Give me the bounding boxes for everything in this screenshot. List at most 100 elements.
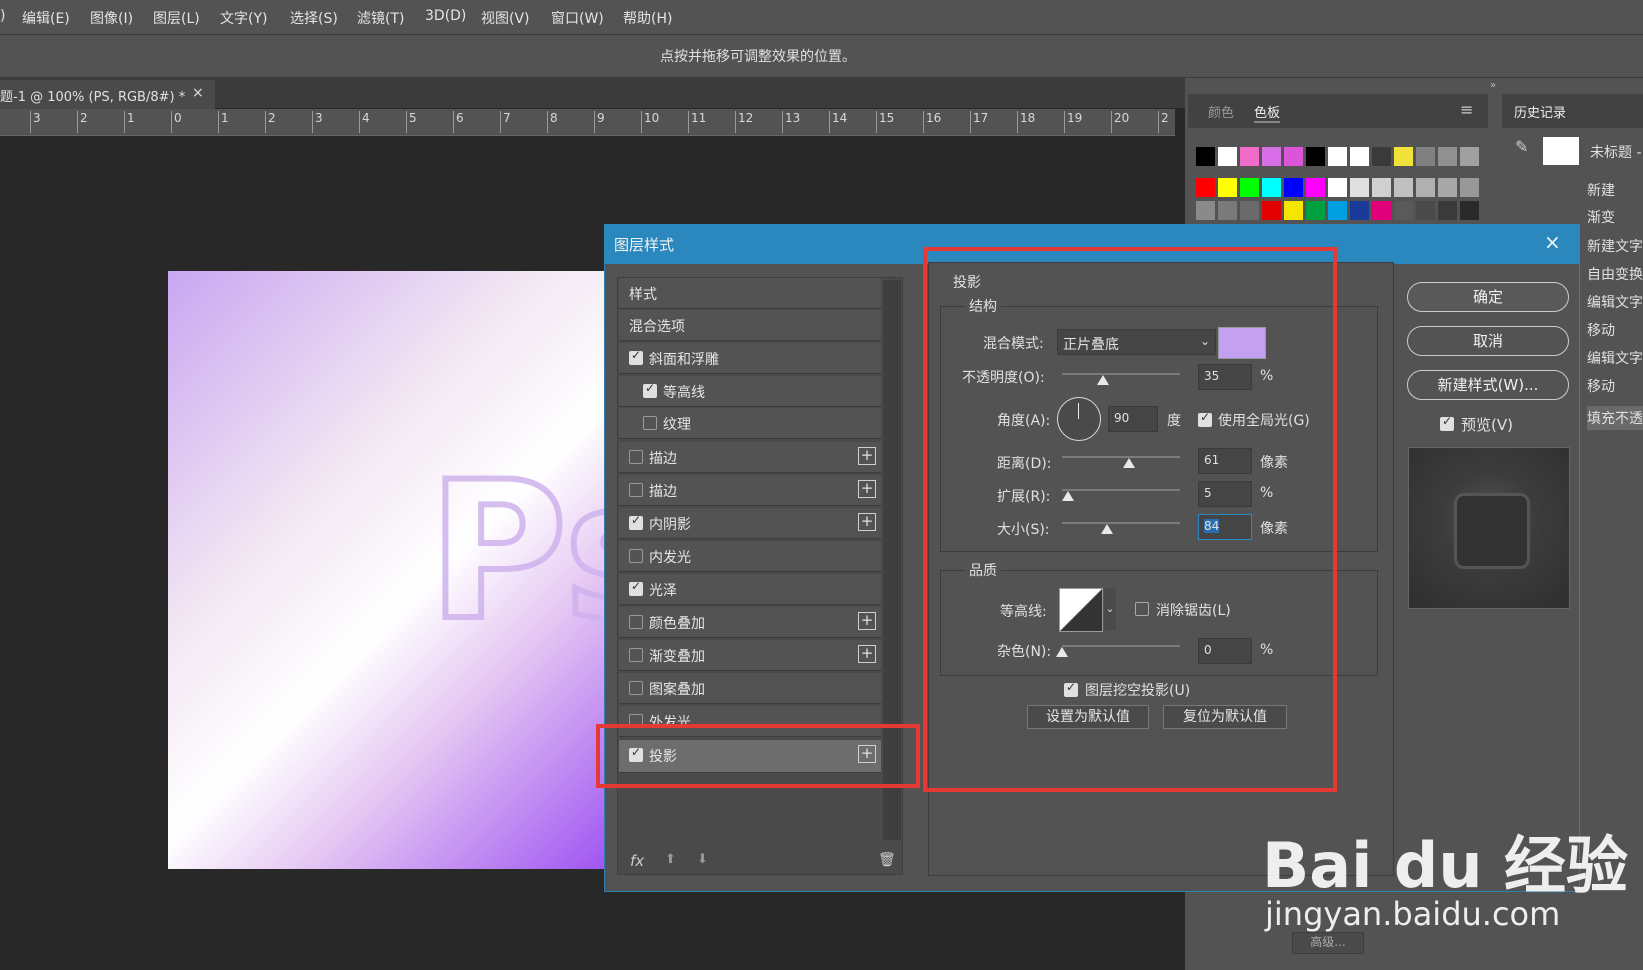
style-checkbox[interactable] [629,579,643,596]
color-swatch[interactable] [1262,178,1281,197]
style-checkbox[interactable] [629,450,643,464]
color-swatch[interactable] [1372,178,1391,197]
color-swatch[interactable] [1306,147,1325,166]
preview-checkbox[interactable] [1440,414,1454,431]
color-swatch[interactable] [1196,178,1215,197]
tab-color[interactable]: 颜色 [1208,102,1234,121]
style-checkbox[interactable] [629,681,643,695]
color-swatch[interactable] [1350,147,1369,166]
color-swatch[interactable] [1438,201,1457,220]
menu-icon[interactable]: ≡ [1460,100,1473,119]
color-swatch[interactable] [1438,147,1457,166]
menu-window[interactable]: 窗口(W) [551,8,604,28]
style-item[interactable]: 样式 [619,278,881,309]
color-swatch[interactable] [1196,147,1215,166]
style-item[interactable]: 描边 + [619,475,881,506]
menu-layer[interactable]: 图层(L) [153,8,200,28]
add-icon[interactable]: + [858,513,876,531]
color-swatch[interactable] [1328,147,1347,166]
style-item[interactable]: 混合选项 [619,310,881,341]
preview-label[interactable]: 预览(V) [1461,414,1513,435]
history-item[interactable]: 自由变换 [1587,264,1643,284]
color-swatch[interactable] [1416,147,1435,166]
color-swatch[interactable] [1350,201,1369,220]
add-icon[interactable]: + [858,645,876,663]
menu-filter[interactable]: 滤镜(T) [357,8,404,28]
snapshot-label[interactable]: 未标题 -1 [1590,142,1643,162]
style-checkbox[interactable] [629,513,643,530]
history-item[interactable]: 移动 [1587,320,1615,340]
history-item[interactable]: 编辑文字 [1587,348,1643,368]
style-checkbox[interactable] [629,648,643,662]
color-swatch[interactable] [1394,147,1413,166]
move-down-icon[interactable]: ⬇ [697,852,708,867]
menu-select[interactable]: 选择(S) [290,8,338,28]
color-swatch[interactable] [1284,201,1303,220]
menu-help[interactable]: 帮助(H) [623,8,672,28]
color-swatch[interactable] [1438,178,1457,197]
color-swatch[interactable] [1372,147,1391,166]
history-item[interactable]: 新建文字 [1587,236,1643,256]
fx-icon[interactable]: fx [630,852,644,870]
new-style-button[interactable]: 新建样式(W)... [1407,370,1569,400]
color-swatch[interactable] [1218,201,1237,220]
cancel-button[interactable]: 取消 [1407,326,1569,356]
style-item[interactable]: 光泽 [619,574,881,605]
style-checkbox[interactable] [629,615,643,629]
menu-edit[interactable]: 编辑(E) [22,8,70,28]
color-swatch[interactable] [1460,178,1479,197]
style-item[interactable]: 渐变叠加 + [619,640,881,671]
color-swatch[interactable] [1328,178,1347,197]
advanced-button[interactable]: 高级... [1292,932,1364,954]
menu-3d[interactable]: 3D(D) [425,8,466,24]
style-checkbox[interactable] [629,483,643,497]
color-swatch[interactable] [1240,201,1259,220]
color-swatch[interactable] [1284,178,1303,197]
style-item[interactable]: 颜色叠加 + [619,607,881,638]
move-up-icon[interactable]: ⬆ [665,852,676,867]
color-swatch[interactable] [1394,201,1413,220]
menu-image[interactable]: 图像(I) [90,8,133,28]
color-swatch[interactable] [1460,147,1479,166]
color-swatch[interactable] [1262,147,1281,166]
close-icon[interactable]: × [1544,230,1561,254]
history-item[interactable]: 渐变 [1587,207,1615,227]
menu-view[interactable]: 视图(V) [481,8,530,28]
color-swatch[interactable] [1394,178,1413,197]
color-swatch[interactable] [1262,201,1281,220]
snapshot-thumbnail[interactable] [1543,137,1579,165]
style-checkbox[interactable] [643,381,657,398]
collapse-icon[interactable]: » [1490,80,1496,91]
history-item[interactable]: 编辑文字 [1587,292,1643,312]
color-swatch[interactable] [1306,178,1325,197]
brush-icon[interactable]: ✎ [1515,137,1528,156]
style-checkbox[interactable] [629,348,643,365]
style-item[interactable]: 等高线 [619,376,881,407]
artboard[interactable]: Ps [168,271,680,869]
color-swatch[interactable] [1416,178,1435,197]
color-swatch[interactable] [1218,147,1237,166]
history-item[interactable]: 新建 [1587,180,1615,200]
document-tab[interactable]: 题-1 @ 100% (PS, RGB/8#) * × [0,80,215,109]
color-swatch[interactable] [1350,178,1369,197]
color-swatch[interactable] [1460,201,1479,220]
add-icon[interactable]: + [858,480,876,498]
style-item[interactable]: 纹理 [619,408,881,439]
style-item[interactable]: 内发光 [619,541,881,572]
color-swatch[interactable] [1218,178,1237,197]
color-swatch[interactable] [1196,201,1215,220]
history-title[interactable]: 历史记录 [1514,102,1566,121]
add-icon[interactable]: + [858,612,876,630]
menu-type[interactable]: 文字(Y) [220,8,267,28]
add-icon[interactable]: + [858,447,876,465]
close-icon[interactable]: × [192,85,204,101]
tab-swatches[interactable]: 色板 [1254,102,1281,123]
style-item[interactable]: 描边 + [619,442,881,473]
color-swatch[interactable] [1306,201,1325,220]
style-checkbox[interactable] [643,416,657,430]
style-item[interactable]: 内阴影 + [619,508,881,539]
history-item-current[interactable]: 填充不透 [1587,406,1643,430]
ok-button[interactable]: 确定 [1407,282,1569,312]
color-swatch[interactable] [1284,147,1303,166]
style-checkbox[interactable] [629,549,643,563]
